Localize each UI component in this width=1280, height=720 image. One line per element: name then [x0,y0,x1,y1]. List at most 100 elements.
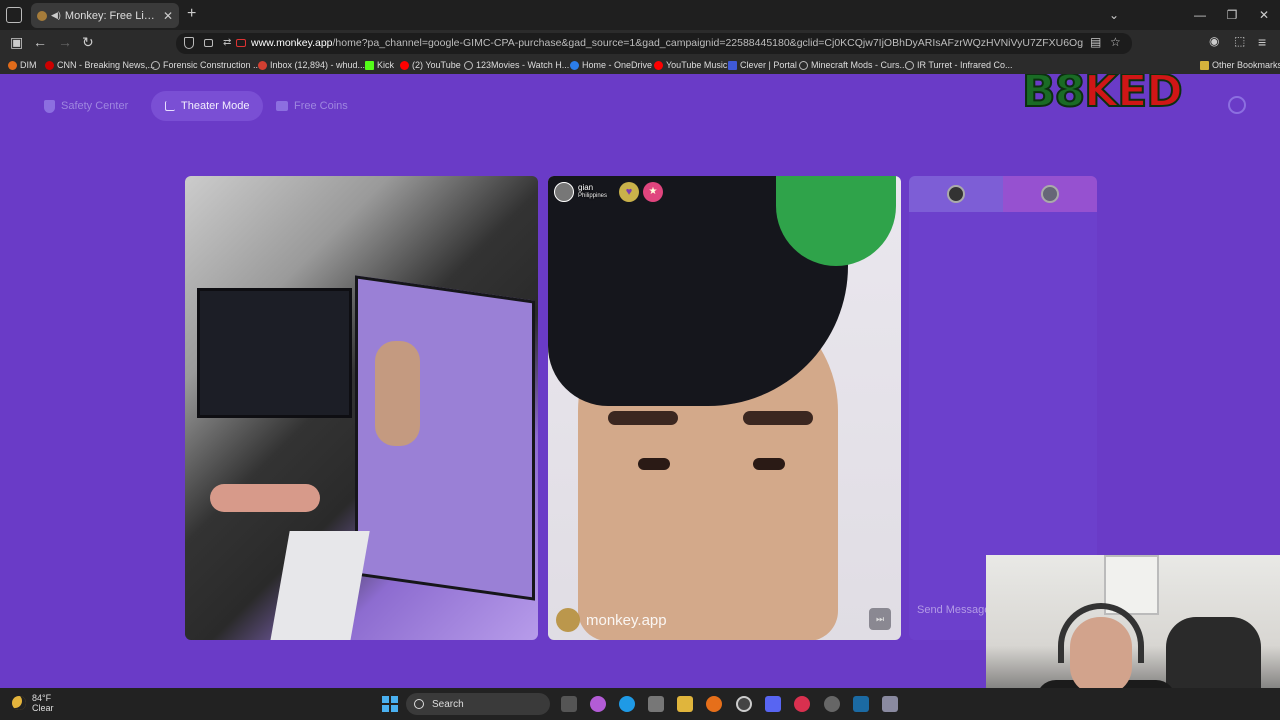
weather-widget[interactable]: 84°F Clear [12,693,54,713]
firefox-icon[interactable] [706,696,722,712]
remote-user-profile[interactable]: gian Philippines ♥ ★ [554,182,664,202]
theater-mode-button[interactable]: Theater Mode [151,91,264,121]
extensions-icon[interactable]: ⬚ [1234,34,1245,48]
reader-view-icon[interactable]: ▤ [1090,35,1101,49]
app-icon[interactable] [882,696,898,712]
copilot-icon[interactable] [590,696,606,712]
safety-center-button[interactable]: Safety Center [30,91,142,121]
local-video [185,176,538,640]
globe-icon [905,60,914,70]
tab-partner[interactable] [1003,176,1097,212]
avatar [1041,185,1059,203]
lock-icon[interactable] [204,39,213,47]
tab-actions-icon[interactable] [6,7,22,23]
bookmark-item[interactable]: Inbox (12,894) - whud... [258,60,365,70]
video-keyboard-shape [270,531,370,640]
settings-icon[interactable] [1228,96,1246,114]
store-icon[interactable] [648,696,664,712]
speaker-icon[interactable]: ◀) [51,10,61,21]
minimize-icon[interactable]: — [1184,8,1216,22]
steam-icon[interactable] [853,696,869,712]
coins-icon [276,101,288,111]
gift-badge-icon[interactable]: ★ [643,182,664,202]
windows-taskbar: 84°F Clear Search [0,688,1280,720]
bookmark-star-icon[interactable]: ☆ [1110,35,1121,49]
bookmark-favicon-icon [8,60,17,70]
bookmark-item[interactable]: (2) YouTube [400,60,461,70]
taskbar-search[interactable]: Search [406,693,550,715]
gmail-icon [258,60,267,70]
sidebar-icon[interactable]: ▣ [10,34,23,51]
browser-navbar: ▣ ← → ↻ ⇄ www.monkey.app/home?pa_channel… [0,30,1280,57]
back-icon[interactable]: ← [33,34,47,50]
other-bookmarks[interactable]: Other Bookmarks [1200,60,1280,70]
kick-icon [365,60,374,70]
url-domain: www.monkey.app [251,37,333,49]
bookmark-item[interactable]: CNN - Breaking News,... [45,60,155,70]
expand-icon [165,101,175,111]
shield-icon [44,99,55,113]
tracking-shield-icon[interactable] [184,37,194,49]
tab-list-icon[interactable]: ⌄ [1098,8,1130,22]
video-face-shape [375,341,420,446]
bookmark-item[interactable]: YouTube Music [654,60,727,70]
chat-tabs [909,176,1097,212]
bookmark-item[interactable]: IR Turret - Infrared Co... [905,60,1013,70]
edge-icon[interactable] [619,696,635,712]
address-bar[interactable]: ⇄ www.monkey.app/home?pa_channel=google-… [176,33,1132,54]
discord-icon[interactable] [765,696,781,712]
globe-icon [151,60,160,70]
free-coins-button[interactable]: Free Coins [262,91,362,121]
forward-icon[interactable]: → [58,34,72,50]
heart-badge-icon[interactable]: ♥ [619,182,640,202]
media-player-icon[interactable] [794,696,810,712]
weather-text: 84°F Clear [32,693,54,713]
bookmark-item[interactable]: Clever | Portal [728,60,797,70]
obs-icon[interactable] [736,696,752,712]
bookmark-item[interactable]: DIM [8,60,37,70]
folder-icon [1200,60,1209,70]
account-icon[interactable]: ◉ [1209,34,1219,48]
avatar[interactable] [554,182,574,202]
bookmark-item[interactable]: Home - OneDrive [570,60,652,70]
bookmark-item[interactable]: Forensic Construction ... [151,60,261,70]
avatar [947,185,965,203]
tab-self[interactable] [909,176,1003,212]
permissions-icon[interactable]: ⇄ [223,37,231,48]
streamer-logo: B8KED [1021,74,1184,118]
bookmark-item[interactable]: Kick [365,60,394,70]
onedrive-icon [570,60,579,70]
tab-title: Monkey: Free Live Video Ch [64,9,159,22]
clever-icon [728,60,737,70]
bookmark-item[interactable]: Minecraft Mods - Curs... [799,60,907,70]
new-tab-icon[interactable]: + [187,5,196,23]
url-text: www.monkey.app/home?pa_channel=google-GI… [251,37,1083,49]
video-hand-shape [210,484,320,512]
url-path: /home?pa_channel=google-GIMC-CPA-purchas… [332,37,1083,49]
browser-titlebar: ◀) Monkey: Free Live Video Ch ✕ + ⌄ — ❐ … [0,0,1280,30]
close-window-icon[interactable]: ✕ [1248,8,1280,22]
video-monitor-shape [197,288,352,418]
skip-icon[interactable]: ⏭ [869,608,891,630]
camera-in-use-icon[interactable] [236,39,246,47]
task-view-icon[interactable] [561,696,577,712]
windows-start-icon[interactable] [382,696,398,712]
reload-icon[interactable]: ↻ [82,34,94,51]
browser-tab[interactable]: ◀) Monkey: Free Live Video Ch ✕ [31,3,179,28]
settings-app-icon[interactable] [824,696,840,712]
globe-icon [799,60,808,70]
bookmark-item[interactable]: 123Movies - Watch H... [464,60,569,70]
chat-input[interactable]: Send Message [917,604,990,616]
monkey-favicon-icon [37,10,47,21]
file-explorer-icon[interactable] [677,696,693,712]
moon-icon [12,696,26,710]
close-tab-icon[interactable]: ✕ [163,9,173,23]
globe-icon [464,60,473,70]
menu-icon[interactable]: ≡ [1258,34,1266,50]
restore-icon[interactable]: ❐ [1216,8,1248,22]
youtube-icon [400,60,409,70]
bookmark-favicon-icon [45,60,54,70]
bookmarks-bar: DIM CNN - Breaking News,... Forensic Con… [0,57,1280,74]
window-controls: ⌄ — ❐ ✕ [1098,0,1280,30]
video-eye-shape [753,458,785,470]
